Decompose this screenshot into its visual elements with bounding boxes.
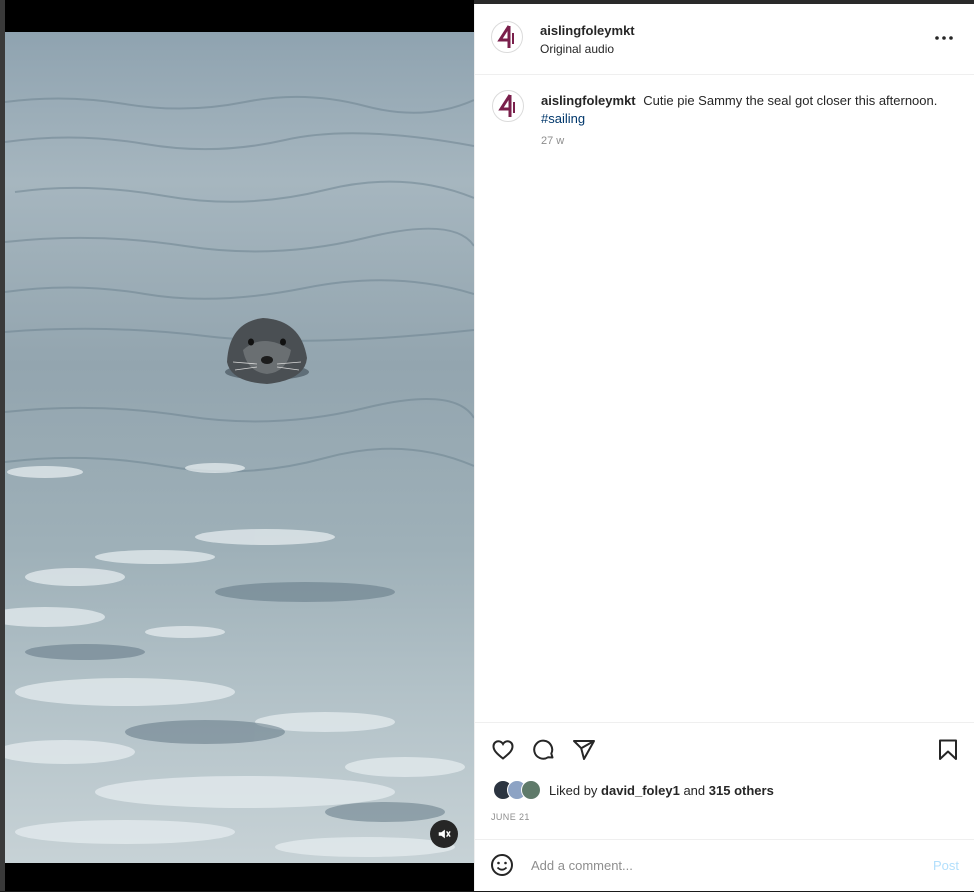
likes-text: Liked by david_foley1 and 315 others [549, 783, 774, 798]
comment-input[interactable] [531, 855, 911, 875]
post-comment-button[interactable]: Post [933, 858, 959, 873]
caption-username[interactable]: aislingfoleymkt [541, 93, 636, 108]
video-player[interactable] [5, 32, 474, 863]
save-button[interactable] [935, 737, 961, 763]
caption-avatar[interactable] [492, 90, 524, 122]
post-header: aislingfoleymkt Original audio [475, 4, 974, 75]
caption-body: Cutie pie Sammy the seal got closer this… [643, 93, 938, 108]
actions-section: Liked by david_foley1 and 315 others JUN… [475, 722, 974, 822]
liker-username[interactable]: david_foley1 [601, 783, 680, 798]
heart-icon [492, 740, 514, 760]
media-panel[interactable] [0, 0, 474, 891]
brand-logo-icon [498, 94, 515, 117]
paper-plane-icon [573, 740, 595, 760]
liked-by-prefix: Liked by [549, 782, 598, 798]
caption-text: aislingfoleymkt Cutie pie Sammy the seal… [541, 92, 941, 128]
share-button[interactable] [571, 737, 597, 763]
author-username[interactable]: aislingfoleymkt [540, 23, 635, 38]
post-sidebar: aislingfoleymkt Original audio aislingfo… [474, 4, 974, 891]
audio-label[interactable]: Original audio [540, 42, 614, 56]
bookmark-icon [939, 739, 957, 760]
caption-age[interactable]: 27 w [541, 135, 564, 147]
likes-count-link[interactable]: 315 others [709, 783, 774, 798]
post-date[interactable]: JUNE 21 [491, 812, 530, 822]
author-avatar[interactable] [491, 21, 523, 53]
liker-avatar[interactable] [521, 780, 541, 800]
more-options-button[interactable] [932, 26, 956, 50]
liker-avatars[interactable] [493, 780, 545, 800]
muted-speaker-icon [438, 829, 451, 839]
hashtag-link[interactable]: #sailing [541, 111, 585, 126]
brand-logo-icon [497, 25, 514, 48]
seal-head [225, 318, 309, 384]
seal-video-frame [5, 95, 474, 857]
more-options-icon [935, 36, 953, 40]
likes-conjunction: and [683, 782, 706, 798]
emoji-icon [491, 854, 513, 876]
comment-button[interactable] [531, 737, 557, 763]
comment-bubble-icon [533, 739, 554, 760]
comment-bar: Post [475, 839, 974, 892]
mute-toggle-button[interactable] [430, 820, 458, 848]
emoji-button[interactable] [490, 853, 514, 882]
likes-summary: Liked by david_foley1 and 315 others [493, 780, 774, 800]
like-button[interactable] [490, 737, 516, 763]
